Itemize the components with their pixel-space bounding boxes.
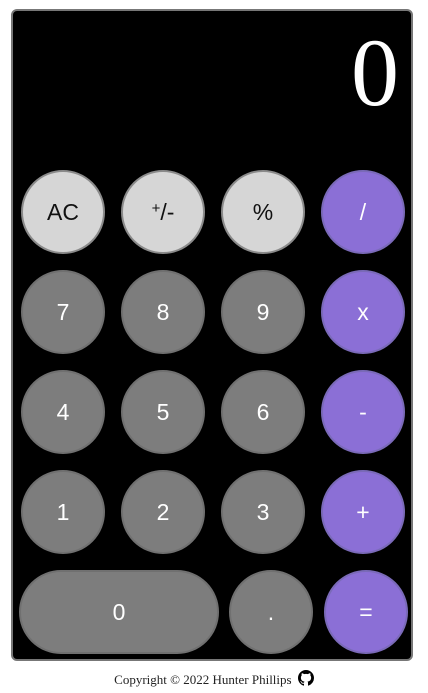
digit-0-button[interactable]: 0 [19,570,219,654]
digit-4-button[interactable]: 4 [21,370,105,454]
github-icon[interactable] [297,670,314,690]
plus-minus-button[interactable]: +/- [121,170,205,254]
equals-label: = [359,598,373,625]
digit-5-label: 5 [156,398,170,425]
plus-minus-sup: + [151,199,161,217]
digit-6-button[interactable]: 6 [221,370,305,454]
divide-button[interactable]: / [321,170,405,254]
multiply-button[interactable]: x [321,270,405,354]
github-icon-svg [297,670,314,686]
percent-label: % [252,198,274,225]
subtract-button[interactable]: - [321,370,405,454]
digit-8-label: 8 [156,298,170,325]
copyright-text: Copyright © 2022 Hunter Phillips [114,672,292,687]
percent-button[interactable]: % [221,170,305,254]
display-value: 0 [351,19,399,126]
digit-1-button[interactable]: 1 [21,470,105,554]
digit-9-button[interactable]: 9 [221,270,305,354]
divide-label: / [359,198,367,225]
digit-1-label: 1 [56,498,70,525]
decimal-label: . [267,598,275,625]
equals-button[interactable]: = [324,570,408,654]
add-button[interactable]: + [321,470,405,554]
footer: Copyright © 2022 Hunter Phillips [0,670,428,690]
digit-9-label: 9 [256,298,270,325]
digit-2-label: 2 [156,498,170,525]
digit-2-button[interactable]: 2 [121,470,205,554]
clear-button[interactable]: AC [21,170,105,254]
digit-8-button[interactable]: 8 [121,270,205,354]
digit-3-button[interactable]: 3 [221,470,305,554]
add-label: + [356,498,370,525]
plus-minus-label: /- [160,198,175,225]
decimal-button[interactable]: . [229,570,313,654]
digit-5-button[interactable]: 5 [121,370,205,454]
digit-7-label: 7 [56,298,70,325]
digit-4-label: 4 [56,398,70,425]
digit-0-label: 0 [112,598,126,625]
multiply-label: x [357,298,369,325]
digit-3-label: 3 [256,498,270,525]
digit-7-button[interactable]: 7 [21,270,105,354]
subtract-label: - [359,398,367,425]
digit-6-label: 6 [256,398,270,425]
clear-button-label: AC [47,198,79,225]
